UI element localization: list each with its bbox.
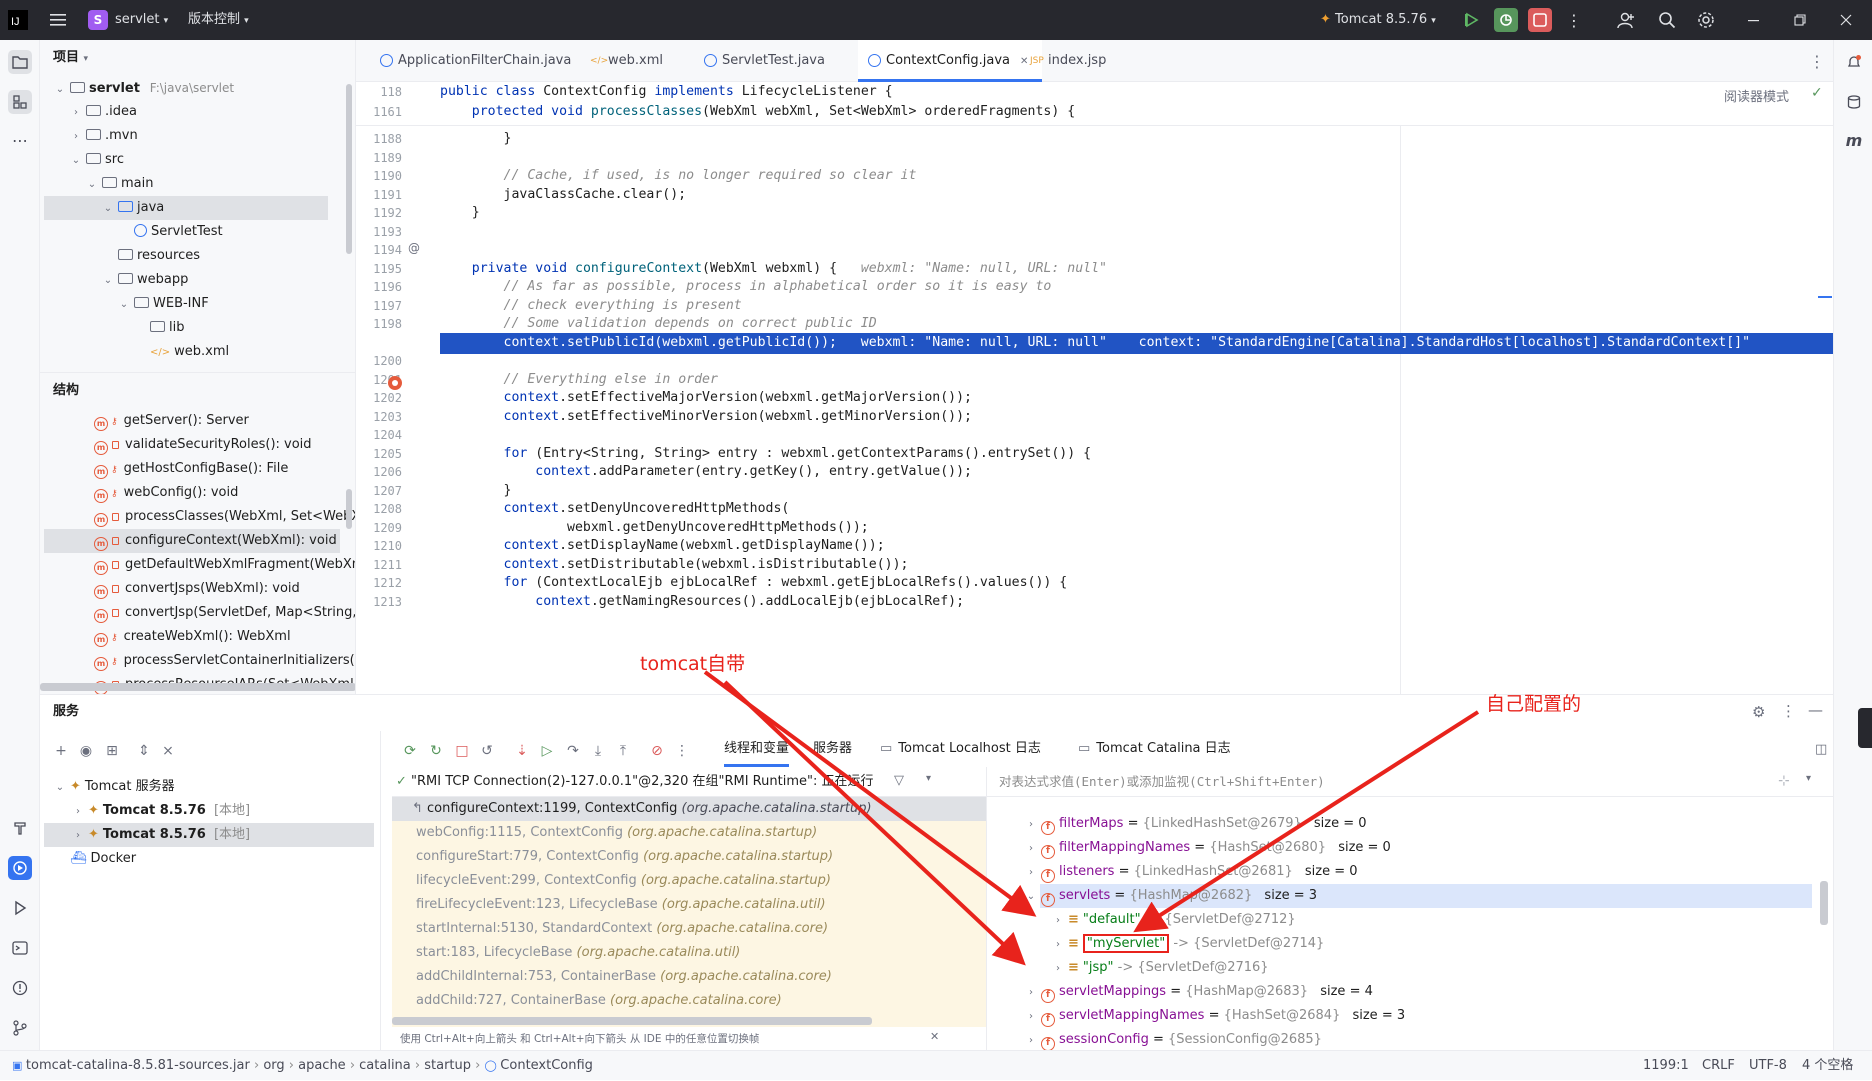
chevron-right-icon: › [249, 1058, 264, 1073]
status-bar: ▣ tomcat-catalina-8.5.81-sources.jar › o… [0, 1050, 1872, 1080]
caret-position[interactable]: 1199:1 [1643, 1051, 1689, 1081]
line-separator[interactable]: CRLF [1702, 1051, 1735, 1081]
file-encoding[interactable]: UTF-8 [1749, 1051, 1787, 1081]
indent-setting[interactable]: 4 个空格 [1802, 1051, 1853, 1081]
checkmark-icon: ✓ [1811, 85, 1823, 101]
line-number: 118 [380, 85, 402, 99]
class-icon: ◯ [484, 1059, 501, 1072]
breadcrumb-item[interactable]: catalina [359, 1058, 411, 1073]
chevron-right-icon: › [284, 1058, 299, 1073]
jar-icon: ▣ [12, 1059, 26, 1072]
chevron-right-icon: › [345, 1058, 360, 1073]
breadcrumb-item[interactable]: ContextConfig [500, 1058, 593, 1073]
line-number: 1161 [373, 105, 402, 119]
sticky-code-line: protected void processClasses(WebXml web… [471, 104, 1076, 119]
chevron-right-icon: › [410, 1058, 425, 1073]
override-marker-icon: @ [408, 241, 420, 255]
breadcrumb-item[interactable]: org [263, 1058, 284, 1073]
breadcrumb-item[interactable]: startup [424, 1058, 471, 1073]
reader-mode-toggle[interactable]: 阅读器模式 [1724, 86, 1789, 105]
sticky-header: 118 public class ContextConfig implements… [356, 82, 1833, 126]
sticky-code-line: public class ContextConfig implements Li… [440, 84, 893, 99]
breadcrumb-item[interactable]: tomcat-catalina-8.5.81-sources.jar [26, 1058, 250, 1073]
annotation-arrows [703, 670, 1480, 966]
breakpoint-icon[interactable] [388, 376, 402, 390]
chevron-right-icon: › [471, 1058, 485, 1073]
breadcrumb-item[interactable]: apache [298, 1058, 346, 1073]
breadcrumb: ▣ tomcat-catalina-8.5.81-sources.jar › o… [12, 1051, 593, 1081]
